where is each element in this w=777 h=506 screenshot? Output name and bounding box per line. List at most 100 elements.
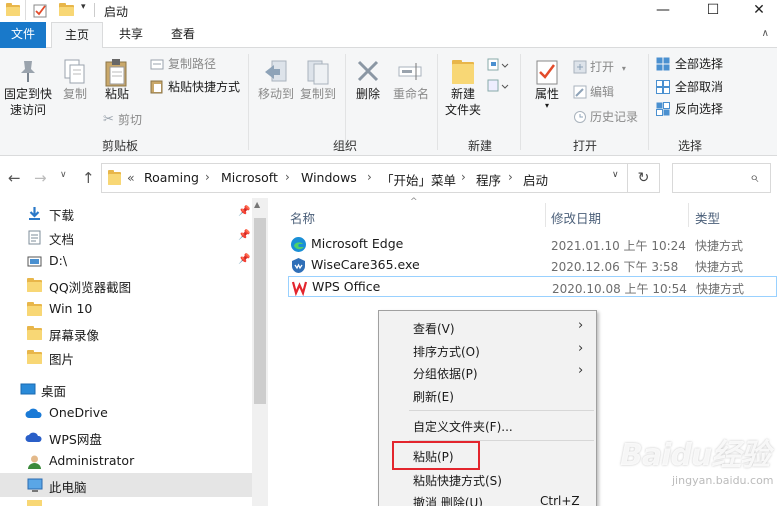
nav-item-screen-recordings[interactable]: 屏幕录像 xyxy=(0,321,252,345)
menu-item-paste-shortcut[interactable]: 粘贴快捷方式(S) xyxy=(379,468,596,490)
nav-item-win10[interactable]: Win 10 xyxy=(0,297,252,321)
new-folder-button[interactable]: 新建 文件夹 xyxy=(443,58,483,118)
breadcrumb-separator-icon[interactable]: › xyxy=(367,170,372,184)
new-folder-quick-icon[interactable] xyxy=(59,3,74,16)
close-button[interactable]: ✕ xyxy=(736,0,777,22)
breadcrumb-separator-icon[interactable]: › xyxy=(461,170,466,184)
paste-shortcut-button[interactable]: 粘贴快捷方式 xyxy=(150,79,240,95)
ribbon-divider xyxy=(345,54,346,150)
pin-to-quick-access-button[interactable]: 固定到快 速访问 xyxy=(2,58,54,118)
new-folder-icon xyxy=(443,58,483,86)
column-header-date[interactable]: 修改日期 xyxy=(551,208,601,227)
file-type: 快捷方式 xyxy=(695,260,744,274)
nav-item-desktop[interactable]: 桌面 xyxy=(0,377,252,401)
new-item-icon[interactable] xyxy=(487,58,511,75)
file-date: 2020.10.08 上午 10:54 xyxy=(552,282,687,296)
folder-icon xyxy=(27,326,42,340)
scroll-up-icon[interactable]: ▲ xyxy=(254,200,260,209)
nav-scrollbar-thumb[interactable] xyxy=(254,218,266,404)
open-button[interactable]: 打开 ▾ xyxy=(573,59,626,77)
nav-item-this-pc[interactable]: 此电脑 xyxy=(0,473,252,497)
menu-item-refresh[interactable]: 刷新(E) xyxy=(379,384,596,406)
copy-button[interactable]: 复制 xyxy=(56,58,94,102)
address-dropdown-icon[interactable]: ∨ xyxy=(612,170,619,180)
paste-icon xyxy=(97,58,137,87)
column-header-name[interactable]: 名称 xyxy=(290,208,315,227)
menu-item-customize-folder[interactable]: 自定义文件夹(F)... xyxy=(379,414,596,436)
drive-icon xyxy=(27,254,42,268)
watermark-url: jingyan.baidu.com xyxy=(672,474,774,487)
pinned-icon: 📌 xyxy=(238,254,251,265)
rename-button[interactable]: 重命名 xyxy=(390,58,432,102)
forward-arrow-icon[interactable]: → xyxy=(34,169,47,187)
up-arrow-icon[interactable]: ↑ xyxy=(82,169,95,187)
open-icon xyxy=(573,60,587,74)
nav-item-documents[interactable]: 文档 📌 xyxy=(0,225,252,249)
cut-button[interactable]: ✂ 剪切 xyxy=(103,112,142,128)
quick-access-dropdown-icon[interactable]: ▾ xyxy=(81,2,86,12)
rename-label: 重命名 xyxy=(392,87,429,101)
paste-button[interactable]: 粘贴 xyxy=(97,58,137,102)
invert-selection-icon xyxy=(656,102,670,116)
delete-button[interactable]: 删除 xyxy=(350,58,386,102)
minimize-button[interactable]: — xyxy=(640,0,686,22)
group-label-select: 选择 xyxy=(677,139,702,153)
column-divider[interactable] xyxy=(545,203,546,227)
menu-item-undo-delete[interactable]: 撤消 删除(U) Ctrl+Z xyxy=(379,490,596,506)
ribbon-divider xyxy=(437,54,438,150)
history-button[interactable]: 历史记录 xyxy=(573,109,638,125)
properties-quick-icon[interactable] xyxy=(33,3,47,18)
address-overflow[interactable]: « xyxy=(127,170,135,185)
breadcrumb-windows[interactable]: Windows xyxy=(301,170,357,185)
column-header-type[interactable]: 类型 xyxy=(695,208,720,227)
group-label-organize: 组织 xyxy=(332,139,357,153)
context-menu: 查看(V) › 排序方式(O) › 分组依据(P) › 刷新(E) 自定义文件夹… xyxy=(378,310,597,506)
file-row[interactable]: WPS Office 2020.10.08 上午 10:54 快捷方式 xyxy=(288,276,777,297)
maximize-button[interactable]: ☐ xyxy=(690,0,736,22)
invert-selection-button[interactable]: 反向选择 xyxy=(656,101,723,117)
menu-item-group[interactable]: 分组依据(P) › xyxy=(379,361,596,383)
refresh-icon[interactable]: ↻ xyxy=(627,163,660,193)
move-to-button[interactable]: 移动到 xyxy=(256,58,296,102)
breadcrumb-separator-icon[interactable]: › xyxy=(205,170,210,184)
watermark: Baidu经验 jingyan.baidu.com xyxy=(612,430,777,506)
tab-home[interactable]: 主页 xyxy=(51,22,103,49)
menu-item-sort[interactable]: 排序方式(O) › xyxy=(379,339,596,361)
nav-item-administrator[interactable]: Administrator xyxy=(0,449,252,473)
recent-locations-icon[interactable]: ∨ xyxy=(60,170,67,180)
tab-share[interactable]: 共享 xyxy=(108,22,154,48)
nav-item-drive-d[interactable]: D:\ 📌 xyxy=(0,249,252,273)
title-divider xyxy=(94,3,95,17)
properties-button[interactable]: 属性 ▾ xyxy=(527,58,567,110)
back-arrow-icon[interactable]: ← xyxy=(8,169,21,187)
copy-to-button[interactable]: 复制到 xyxy=(298,58,338,102)
ribbon-collapse-icon[interactable]: ∧ xyxy=(762,28,769,39)
select-all-button[interactable]: 全部选择 xyxy=(656,56,723,72)
tab-file[interactable]: 文件 xyxy=(0,22,46,48)
breadcrumb-startup[interactable]: 启动 xyxy=(523,170,548,189)
column-divider[interactable] xyxy=(688,203,689,227)
breadcrumb-start-menu[interactable]: 「开始」菜单 xyxy=(381,170,456,189)
nav-item-pictures[interactable]: 图片 xyxy=(0,345,252,369)
nav-item-qq-screenshots[interactable]: QQ浏览器截图 xyxy=(0,273,252,297)
edit-button[interactable]: 编辑 xyxy=(573,84,614,100)
edge-icon xyxy=(290,236,307,253)
nav-item-downloads[interactable]: 下载 📌 xyxy=(0,201,252,225)
breadcrumb-programs[interactable]: 程序 xyxy=(476,170,501,189)
select-none-button[interactable]: 全部取消 xyxy=(656,79,723,95)
breadcrumb-separator-icon[interactable]: › xyxy=(285,170,290,184)
breadcrumb-microsoft[interactable]: Microsoft xyxy=(221,170,278,185)
paste-shortcut-icon xyxy=(150,80,164,94)
easy-access-icon[interactable] xyxy=(487,79,511,96)
breadcrumb-roaming[interactable]: Roaming xyxy=(144,170,199,185)
file-row[interactable]: Microsoft Edge 2021.01.10 上午 10:24 快捷方式 xyxy=(288,234,777,255)
title-divider xyxy=(25,0,26,20)
nav-item-wps-cloud[interactable]: WPS网盘 xyxy=(0,425,252,449)
file-row[interactable]: WiseCare365.exe 2020.12.06 下午 3:58 快捷方式 xyxy=(288,255,777,276)
copy-path-button[interactable]: 复制路径 xyxy=(150,56,216,72)
nav-item-onedrive[interactable]: OneDrive xyxy=(0,401,252,425)
watermark-logo: Baidu经验 xyxy=(620,438,770,473)
menu-item-view[interactable]: 查看(V) › xyxy=(379,316,596,338)
tab-view[interactable]: 查看 xyxy=(160,22,206,48)
breadcrumb-separator-icon[interactable]: › xyxy=(508,170,513,184)
